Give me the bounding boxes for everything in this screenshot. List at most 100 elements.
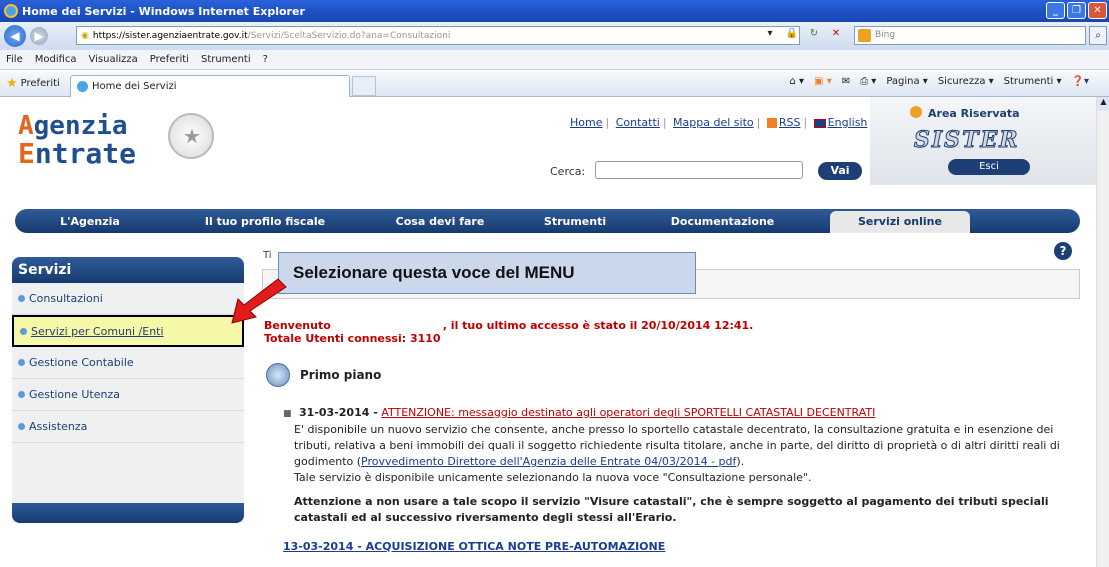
primo-piano-header: Primo piano (266, 363, 381, 387)
bullet-icon (20, 327, 27, 335)
ie-logo-icon (4, 4, 18, 18)
news-icon (266, 363, 290, 387)
sidebar-item-gestione-utenza[interactable]: Gestione Utenza (12, 379, 244, 411)
menu-modifica[interactable]: Modifica (35, 54, 77, 65)
bullet-icon (18, 423, 25, 430)
search-placeholder: Bing (875, 30, 896, 40)
area-riservata-icon (910, 106, 922, 118)
command-strumenti[interactable]: Strumenti ▾ (1004, 76, 1062, 87)
top-links: Home | Contatti | Mappa del sito | RSS | Eng… (570, 116, 868, 129)
nav-servizi-online[interactable]: Servizi online (830, 211, 970, 233)
nav-profilo-fiscale[interactable]: Il tuo profilo fiscale (165, 215, 365, 228)
sidebar-item-consultazioni[interactable]: Consultazioni (12, 283, 244, 315)
menu-visualizza[interactable]: Visualizza (89, 54, 138, 65)
nav-strumenti[interactable]: Strumenti (515, 215, 635, 228)
favorites-button[interactable]: ★ Preferiti (0, 76, 70, 91)
vertical-scrollbar[interactable]: ▲ (1096, 97, 1109, 567)
search-label: Cerca: (550, 165, 586, 178)
url-field[interactable]: ◉ https://sister.agenziaentrate.gov.it /… (76, 26, 800, 45)
tab-row: ★ Preferiti Home dei Servizi ⌂ ▾ ▣ ▾ ✉ ⎙… (0, 71, 1109, 97)
sidebar-footer (12, 503, 244, 523)
menu-strumenti[interactable]: Strumenti (201, 54, 251, 65)
url-path: /Servizi/SceltaServizio.do?ana=Consultaz… (247, 30, 451, 41)
help-menu-icon[interactable]: ❓▾ (1072, 76, 1089, 87)
provvedimento-link[interactable]: Provvedimento Direttore dell'Agenzia del… (361, 455, 736, 468)
nav-documentazione[interactable]: Documentazione (635, 215, 810, 228)
area-riservata-panel: Area Riservata SISTER Esci (870, 97, 1096, 185)
home-icon[interactable]: ⌂ ▾ (790, 76, 805, 87)
search-field[interactable]: Bing (854, 26, 1086, 45)
news-body-c: Tale servizio è disponibile unicamente s… (294, 471, 812, 484)
news-body-b: ). (736, 455, 745, 468)
sidebar-item-label: Gestione Utenza (29, 388, 120, 401)
link-home[interactable]: Home (570, 116, 602, 129)
forward-button[interactable]: ▶ (30, 27, 48, 45)
url-controls: ▾ 🔒 ↻ ✕ (762, 26, 844, 42)
search-go-button[interactable]: ⌕ (1089, 26, 1107, 45)
sidebar-item-label: Consultazioni (29, 292, 103, 305)
print-icon[interactable]: ⎙ ▾ (860, 76, 876, 87)
favorites-label: Preferiti (20, 78, 60, 89)
news-title-link[interactable]: ATTENZIONE: messaggio destinato agli ope… (381, 406, 875, 419)
logo-line2: Entrate (18, 137, 137, 170)
link-contatti[interactable]: Contatti (616, 116, 660, 129)
sidebar-title: Servizi (12, 257, 244, 283)
sidebar-item-assistenza[interactable]: Assistenza (12, 411, 244, 443)
link-mappa[interactable]: Mappa del sito (673, 116, 754, 129)
nav-agenzia[interactable]: L'Agenzia (15, 215, 165, 228)
tab-home-servizi[interactable]: Home dei Servizi (70, 74, 350, 97)
annotation-callout: Selezionare questa voce del MENU (278, 252, 696, 294)
link-english[interactable]: English (828, 116, 868, 129)
uk-flag-icon (813, 118, 826, 128)
bing-icon (858, 29, 871, 42)
welcome-text: Benvenuto, il tuo ultimo accesso è stato… (264, 319, 754, 332)
tab-title: Home dei Servizi (92, 80, 177, 92)
address-row: ◀ ▶ ◉ https://sister.agenziaentrate.gov.… (0, 22, 1109, 50)
page-icon: ◉ (81, 30, 89, 41)
nav-cosa-devi-fare[interactable]: Cosa devi fare (365, 215, 515, 228)
main-nav: L'Agenzia Il tuo profilo fiscale Cosa de… (15, 209, 1080, 233)
news-item-2-link[interactable]: 13-03-2014 - ACQUISIZIONE OTTICA NOTE PR… (283, 540, 665, 553)
section-title: Primo piano (300, 368, 382, 382)
sister-logo: SISTER (914, 127, 1020, 154)
link-rss[interactable]: RSS (779, 116, 801, 129)
menu-help[interactable]: ? (263, 54, 268, 65)
sidebar: Servizi Consultazioni Servizi per Comuni… (12, 257, 244, 523)
url-host: https://sister.agenziaentrate.gov.it (92, 30, 248, 41)
command-pagina[interactable]: Pagina ▾ (886, 76, 928, 87)
agenzia-entrate-logo[interactable]: Agenzia Entrate (18, 111, 228, 171)
new-tab-button[interactable] (352, 75, 376, 96)
window-titlebar: Home dei Servizi - Windows Internet Expl… (0, 0, 1109, 22)
vai-button[interactable]: Vai (818, 162, 862, 180)
bullet-icon: ■ (283, 409, 292, 419)
menu-file[interactable]: File (6, 54, 23, 65)
rss-icon (766, 118, 777, 128)
page-title-stub: Ti (263, 250, 272, 261)
total-users: Totale Utenti connessi: 3110 (264, 332, 441, 345)
web-page: Agenzia Entrate Home| Contatti| Mappa de… (0, 97, 1096, 567)
bullet-icon (18, 359, 25, 366)
maximize-button[interactable]: ❐ (1067, 2, 1086, 19)
lock-icon[interactable]: 🔒 (784, 26, 800, 42)
command-sicurezza[interactable]: Sicurezza ▾ (938, 76, 994, 87)
window-title: Home dei Servizi - Windows Internet Expl… (22, 4, 305, 18)
back-button[interactable]: ◀ (4, 25, 26, 47)
esci-button[interactable]: Esci (948, 159, 1030, 175)
stop-icon[interactable]: ✕ (828, 26, 844, 42)
scroll-up-icon[interactable]: ▲ (1097, 97, 1109, 111)
help-icon[interactable]: ? (1054, 242, 1072, 260)
window-controls: _ ❐ ✕ (1046, 2, 1107, 19)
republic-emblem-icon (168, 113, 214, 159)
mail-icon[interactable]: ✉ (842, 76, 850, 87)
close-button[interactable]: ✕ (1088, 2, 1107, 19)
sidebar-item-label: Servizi per Comuni /Enti (31, 324, 164, 338)
dropdown-icon[interactable]: ▾ (762, 26, 778, 42)
sidebar-item-servizi-comuni[interactable]: Servizi per Comuni /Enti (12, 315, 244, 347)
site-search-input[interactable] (595, 161, 803, 179)
sidebar-item-gestione-contabile[interactable]: Gestione Contabile (12, 347, 244, 379)
minimize-button[interactable]: _ (1046, 2, 1065, 19)
menu-preferiti[interactable]: Preferiti (150, 54, 189, 65)
refresh-icon[interactable]: ↻ (806, 26, 822, 42)
feeds-icon[interactable]: ▣ ▾ (814, 76, 832, 87)
bullet-icon (18, 391, 25, 398)
